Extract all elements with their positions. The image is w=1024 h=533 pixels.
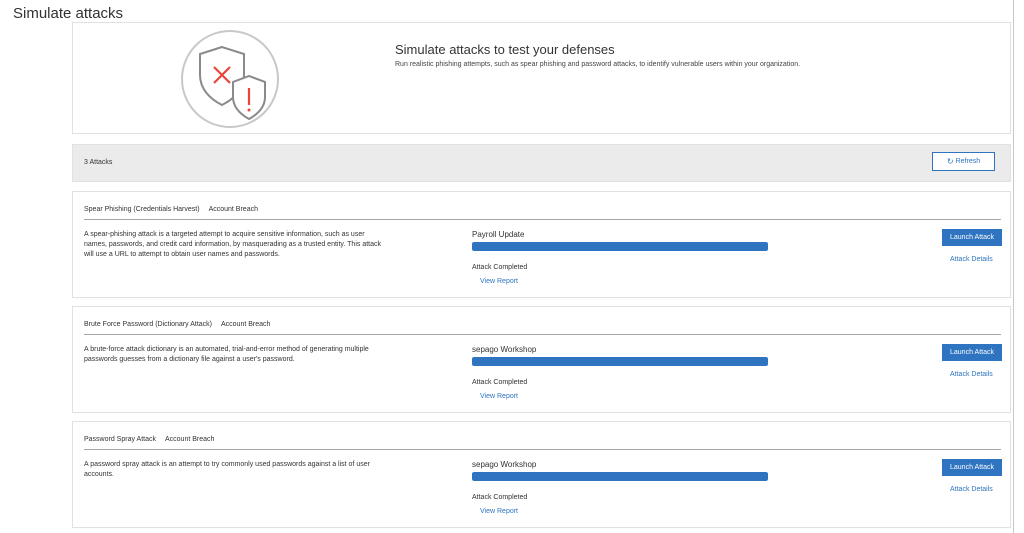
attack-description: A brute-force attack dictionary is an au…: [84, 346, 369, 363]
attacks-toolbar: 3 Attacks ↻ Refresh: [72, 144, 1011, 182]
attack-header: Spear Phishing (Credentials Harvest) Acco…: [84, 206, 258, 213]
attack-card: Password Spray Attack Account Breach A pa…: [72, 421, 1011, 528]
attack-count: 3 Attacks: [84, 159, 113, 166]
launch-attack-button[interactable]: Launch Attack: [942, 229, 1002, 246]
attack-description: A password spray attack is an attempt to…: [84, 461, 370, 478]
launch-attack-button[interactable]: Launch Attack: [942, 459, 1002, 476]
page-title: Simulate attacks: [13, 5, 124, 22]
attack-status: Attack Completed: [472, 379, 528, 386]
attack-category: Account Breach: [221, 321, 271, 328]
attack-details-link[interactable]: Attack Details: [950, 256, 993, 263]
divider: [84, 449, 1001, 450]
attack-details-link[interactable]: Attack Details: [950, 486, 993, 493]
hero-subtitle: Run realistic phishing attempts, such as…: [395, 61, 801, 68]
attack-card: Spear Phishing (Credentials Harvest) Acco…: [72, 191, 1011, 298]
attack-name: Password Spray Attack: [84, 436, 156, 443]
refresh-icon: ↻: [946, 156, 954, 166]
progress-fill: [472, 242, 768, 251]
view-report-link[interactable]: View Report: [480, 508, 518, 515]
progress-bar: [472, 242, 768, 251]
hero-title: Simulate attacks to test your defenses: [395, 42, 615, 57]
attack-name: Brute Force Password (Dictionary Attack): [84, 321, 212, 328]
campaign-name: Payroll Update: [472, 230, 525, 239]
shield-alert-icon: [181, 30, 279, 128]
refresh-label: Refresh: [955, 158, 981, 165]
attack-details-link[interactable]: Attack Details: [950, 371, 993, 378]
launch-attack-button[interactable]: Launch Attack: [942, 344, 1002, 361]
divider: [84, 219, 1001, 220]
divider: [84, 334, 1001, 335]
attack-category: Account Breach: [208, 206, 258, 213]
scrollbar-track[interactable]: [1013, 0, 1014, 533]
progress-fill: [472, 357, 768, 366]
progress-fill: [472, 472, 768, 481]
view-report-link[interactable]: View Report: [480, 393, 518, 400]
attack-header: Brute Force Password (Dictionary Attack)…: [84, 321, 270, 328]
progress-bar: [472, 472, 768, 481]
refresh-button[interactable]: ↻ Refresh: [932, 152, 995, 171]
attack-card: Brute Force Password (Dictionary Attack)…: [72, 306, 1011, 413]
attack-description: A spear-phishing attack is a targeted at…: [84, 231, 381, 258]
attack-header: Password Spray Attack Account Breach: [84, 436, 214, 443]
progress-bar: [472, 357, 768, 366]
hero-panel: Simulate attacks to test your defenses R…: [72, 22, 1011, 134]
view-report-link[interactable]: View Report: [480, 278, 518, 285]
attack-category: Account Breach: [164, 436, 215, 443]
attack-name: Spear Phishing (Credentials Harvest): [84, 206, 200, 213]
attack-status: Attack Completed: [472, 264, 528, 271]
attack-status: Attack Completed: [472, 494, 528, 501]
campaign-name: sepago Workshop: [472, 345, 537, 354]
campaign-name: sepago Workshop: [472, 460, 537, 469]
